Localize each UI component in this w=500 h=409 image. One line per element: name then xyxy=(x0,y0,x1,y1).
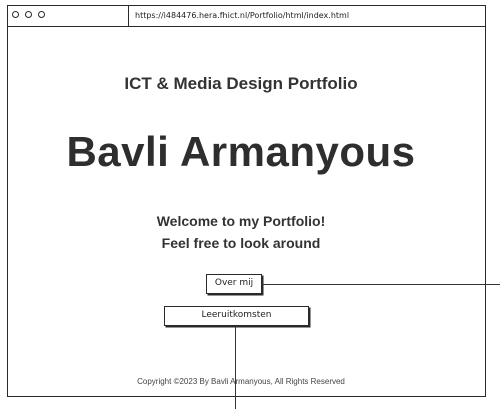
annotation-line-leeruitkomsten xyxy=(235,326,236,409)
welcome-line-1: Welcome to my Portfolio! xyxy=(156,213,326,229)
leeruitkomsten-button[interactable]: Leeruitkomsten xyxy=(164,306,309,326)
browser-window: https://i484476.hera.fhict.nl/Portfolio/… xyxy=(7,5,486,397)
window-minimize-control[interactable] xyxy=(25,11,32,18)
footer-copyright: Copyright ©2023 By Bavli Armanyous, All … xyxy=(137,377,345,386)
browser-toolbar: https://i484476.hera.fhict.nl/Portfolio/… xyxy=(8,6,485,27)
over-mij-button[interactable]: Over mij xyxy=(206,274,262,294)
annotation-line-over-mij xyxy=(262,284,500,285)
window-close-control[interactable] xyxy=(12,11,19,18)
welcome-line-2: Feel free to look around xyxy=(161,235,321,251)
window-maximize-control[interactable] xyxy=(38,11,45,18)
page-title: Bavli Armanyous xyxy=(66,128,416,175)
page-subtitle: ICT & Media Design Portfolio xyxy=(124,74,358,93)
welcome-message: Welcome to my Portfolio! Feel free to lo… xyxy=(0,210,482,254)
address-bar[interactable]: https://i484476.hera.fhict.nl/Portfolio/… xyxy=(128,6,480,26)
